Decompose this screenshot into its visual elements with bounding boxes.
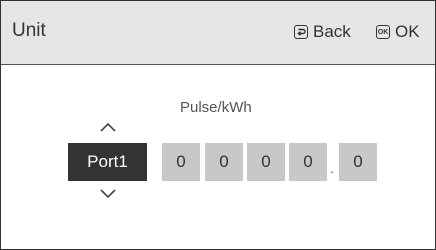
digit-box-3[interactable]: 0 (247, 143, 285, 181)
digit-box-2[interactable]: 0 (205, 143, 243, 181)
page-title: Unit (12, 20, 46, 41)
screen-frame: Unit Back OK OK (0, 0, 436, 250)
port-selector[interactable]: Port1 (68, 143, 147, 181)
header-bar: Unit Back OK OK (1, 1, 435, 65)
digit-box-1[interactable]: 0 (162, 143, 200, 181)
decimal-point: . (330, 160, 334, 176)
back-label: Back (313, 22, 351, 41)
chevron-down-icon[interactable] (98, 187, 118, 199)
ok-button[interactable]: OK OK (376, 22, 420, 42)
back-button[interactable]: Back (294, 22, 351, 42)
ok-key-icon: OK (376, 25, 390, 39)
digit-box-decimal[interactable]: 0 (339, 143, 377, 181)
ok-label: OK (395, 22, 420, 41)
chevron-up-icon[interactable] (98, 120, 118, 132)
field-label: Pulse/kWh (180, 99, 252, 116)
ok-key-icon-text: OK (377, 28, 389, 36)
back-arrow-icon (294, 25, 308, 39)
digit-box-4[interactable]: 0 (289, 143, 327, 181)
